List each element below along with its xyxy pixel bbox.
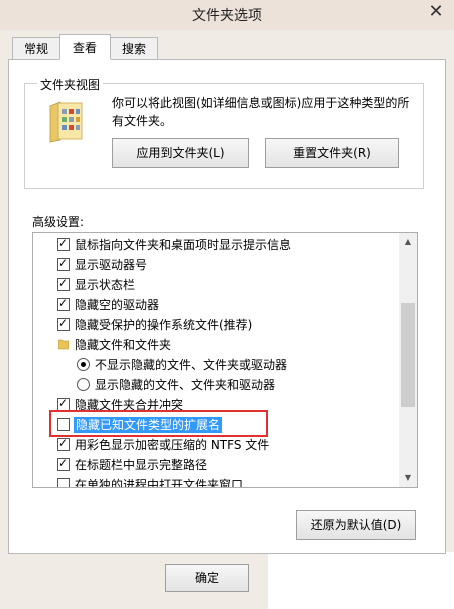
- checkbox[interactable]: [57, 478, 70, 487]
- checkbox[interactable]: [57, 456, 70, 471]
- checkbox[interactable]: [57, 316, 70, 331]
- checkbox[interactable]: [57, 396, 70, 411]
- folder-view-icon: [49, 101, 83, 143]
- ok-button[interactable]: 确定: [165, 564, 249, 592]
- checkbox[interactable]: [57, 436, 70, 451]
- checkbox[interactable]: [57, 256, 70, 271]
- checkbox[interactable]: [57, 236, 70, 251]
- vertical-scrollbar[interactable]: ▲ ▼: [399, 233, 417, 487]
- checkbox[interactable]: [57, 296, 70, 311]
- window-title: 文件夹选项: [192, 8, 262, 24]
- background-patch: [268, 552, 454, 609]
- title-bar: 文件夹选项 ✕: [0, 0, 454, 30]
- apply-to-folders-button[interactable]: 应用到文件夹(L): [112, 138, 249, 168]
- restore-defaults-button[interactable]: 还原为默认值(D): [296, 510, 416, 540]
- tab-view[interactable]: 查看: [59, 34, 111, 60]
- advanced-settings-list: 鼠标指向文件夹和桌面项时显示提示信息 显示驱动器号 显示状态栏 隐藏空的驱动器 …: [32, 232, 418, 488]
- scroll-up-icon[interactable]: ▲: [399, 233, 417, 251]
- tab-general[interactable]: 常规: [12, 37, 60, 59]
- scroll-down-icon[interactable]: ▼: [399, 469, 417, 487]
- checkbox[interactable]: [57, 276, 70, 291]
- radio-button[interactable]: [77, 358, 90, 371]
- scroll-thumb[interactable]: [401, 303, 415, 407]
- checkbox[interactable]: [57, 418, 70, 431]
- radio-button[interactable]: [77, 378, 90, 391]
- folder-icon: [58, 339, 69, 350]
- advanced-settings-label: 高级设置:: [32, 215, 85, 229]
- folder-views-title: 文件夹视图: [37, 76, 104, 93]
- close-icon[interactable]: ✕: [418, 0, 454, 26]
- tab-search[interactable]: 搜索: [110, 37, 158, 59]
- folder-views-description: 你可以将此视图(如详细信息或图标)应用于这种类型的所有文件夹。: [112, 96, 410, 128]
- reset-folders-button[interactable]: 重置文件夹(R): [265, 138, 399, 168]
